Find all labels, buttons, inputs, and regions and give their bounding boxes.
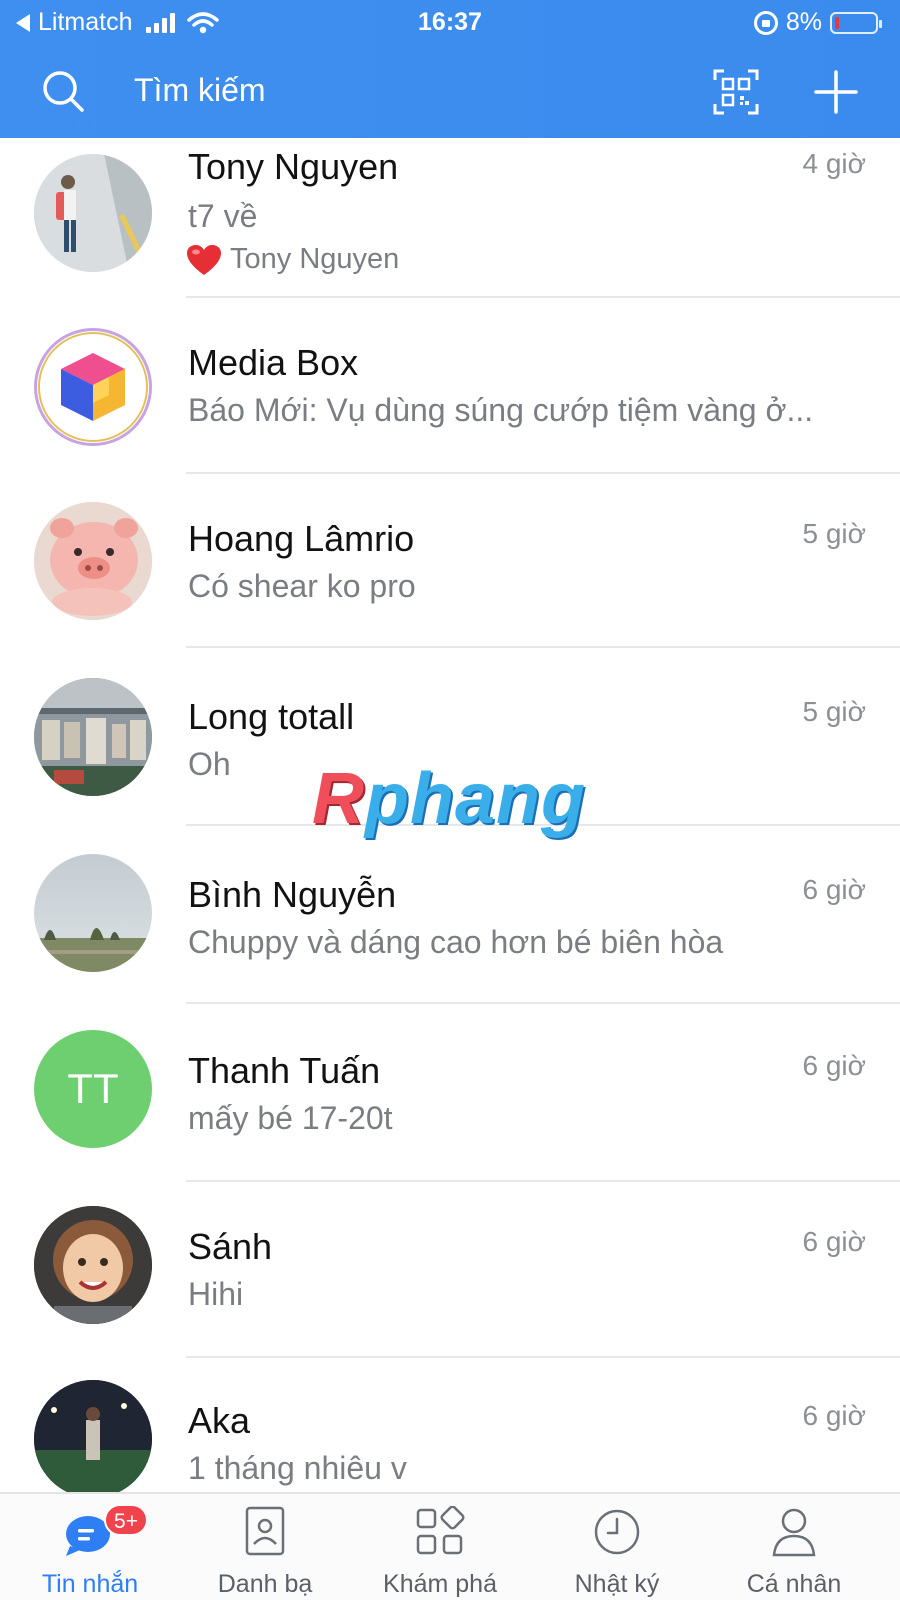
chat-row-hoang-lamrio[interactable]: Hoang Lâmrio Có shear ko pro 5 giờ [0,474,900,652]
person-icon [772,1508,816,1557]
red-heart-icon [187,244,221,275]
chat-row-thanh-tuan[interactable]: TT Thanh Tuấn mấy bé 17-20t 6 giờ [0,1008,900,1186]
chat-name: Tony Nguyen [188,146,399,187]
reaction-author: Tony Nguyen [230,243,400,275]
tab-label: Tin nhắn [41,1570,139,1598]
chat-preview: t7 về [188,198,258,234]
explore-grid-icon [416,1506,465,1555]
add-icon[interactable] [812,68,860,116]
chat-time: 6 giờ [802,1050,866,1081]
chat-time: 6 giờ [802,874,866,905]
avatar-initials[interactable]: TT [34,1030,152,1148]
chat-preview: mấy bé 17-20t [188,1100,393,1136]
avatar-initials-text: TT [67,1065,119,1112]
row-divider [186,646,900,648]
search-icon[interactable] [40,68,86,114]
battery-percent: 8% [785,8,822,36]
bottom-nav: 5+ Tin nhắn Danh bạ Khám phá Nhật ký Cá [0,1492,900,1600]
tab-label: Nhật ký [574,1570,660,1598]
tab-profile[interactable]: Cá nhân [704,1494,884,1600]
search-bar[interactable]: Tìm kiếm [0,50,900,138]
qr-scan-icon[interactable] [712,68,760,116]
chat-row-tony-nguyen[interactable]: Tony Nguyen t7 về Tony Nguyen 4 giờ [0,138,900,316]
watermark-logo: Rphang [312,759,586,839]
tab-explore[interactable]: Khám phá [350,1494,530,1600]
chat-time: 5 giờ [802,518,866,549]
chat-name: Thanh Tuấn [188,1050,381,1091]
battery-icon [830,11,882,34]
status-bar: Litmatch 16:37 8% [0,0,900,44]
avatar[interactable] [34,502,152,620]
tab-label: Danh bạ [217,1570,313,1598]
chat-name: Sánh [188,1226,273,1267]
tab-label: Khám phá [383,1570,497,1598]
chat-name: Media Box [188,342,359,383]
chat-time: 4 giờ [802,148,866,179]
chat-preview: 1 tháng nhiêu v [188,1450,407,1486]
avatar[interactable] [34,154,152,272]
avatar[interactable] [34,678,152,796]
chat-row-binh-nguyen[interactable]: Bình Nguyễn Chuppy và dáng cao hơn bé bi… [0,830,900,1008]
rotation-lock-icon [753,10,778,35]
avatar[interactable] [34,1380,152,1492]
chat-preview: Có shear ko pro [188,568,416,604]
search-input[interactable]: Tìm kiếm [134,72,266,109]
tab-label: Cá nhân [746,1570,842,1598]
chat-name: Hoang Lâmrio [188,518,415,559]
tab-messages[interactable]: 5+ Tin nhắn [0,1494,180,1600]
tab-contacts[interactable]: Danh bạ [175,1494,355,1600]
avatar[interactable] [34,328,152,446]
tab-timeline[interactable]: Nhật ký [527,1494,707,1600]
chat-row-media-box[interactable]: Media Box Báo Mới: Vụ dùng súng cướp tiệ… [0,298,900,476]
contacts-icon [245,1506,285,1556]
chat-name: Aka [188,1400,251,1441]
avatar[interactable] [34,854,152,972]
chat-preview: Báo Mới: Vụ dùng súng cướp tiệm vàng ở..… [188,392,814,428]
chat-time: 6 giờ [802,1400,866,1431]
chat-name: Long totall [188,696,355,737]
avatar[interactable] [34,1206,152,1324]
row-divider [186,1002,900,1004]
chat-time: 6 giờ [802,1226,866,1257]
chat-time: 5 giờ [802,696,866,727]
row-divider [186,1180,900,1182]
chat-preview: Chuppy và dáng cao hơn bé biên hòa [188,924,724,960]
chat-preview: Hihi [188,1276,244,1312]
row-divider [186,1356,900,1358]
app-header: Litmatch 16:37 8% Tìm kiếm [0,0,900,138]
chat-name: Bình Nguyễn [188,874,397,915]
chat-reaction: Tony Nguyen [186,243,399,276]
chat-row-aka[interactable]: Aka 1 tháng nhiêu v 6 giờ [0,1362,900,1492]
clock-icon [594,1509,640,1555]
unread-badge: 5+ [104,1504,148,1536]
chat-row-sanh[interactable]: Sánh Hihi 6 giờ [0,1186,900,1364]
